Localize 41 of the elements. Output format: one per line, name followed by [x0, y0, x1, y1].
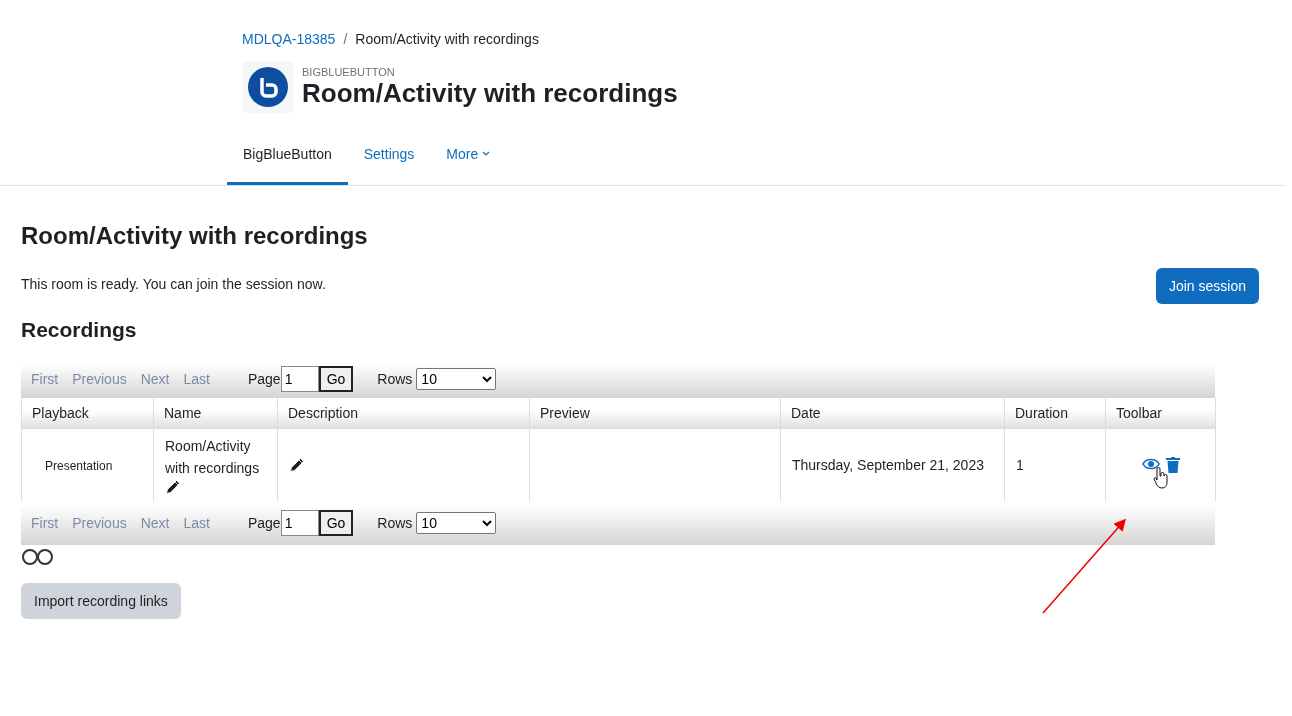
pencil-icon[interactable]	[165, 479, 181, 495]
logo-icon	[242, 61, 294, 113]
recordings-heading: Recordings	[21, 318, 138, 342]
column-header[interactable]: Toolbar	[1105, 398, 1216, 429]
pencil-icon[interactable]	[289, 457, 305, 473]
join-session-button[interactable]: Join session	[1155, 268, 1259, 304]
column-header[interactable]: Name	[153, 398, 278, 429]
table-cell: 1	[1016, 457, 1024, 473]
hand-cursor-icon	[1153, 467, 1169, 489]
nav-tab[interactable]: More	[430, 135, 507, 185]
loading-rings-icon	[21, 549, 55, 565]
column-header[interactable]: Playback	[21, 398, 154, 429]
module-label: BIGBLUEBUTTON	[302, 65, 396, 78]
table-cell: Presentation	[45, 458, 113, 473]
go-button[interactable]: Go	[318, 366, 354, 392]
import-recording-links-button[interactable]: Import recording links	[21, 583, 181, 619]
page-label: Page	[247, 371, 281, 387]
trash-icon[interactable]	[1165, 457, 1180, 473]
nav-tab[interactable]: BigBlueButton	[227, 135, 348, 185]
table-cell-text: Room/Activity with recordings	[165, 437, 261, 478]
page-input[interactable]: 1	[280, 510, 319, 536]
nav-tab[interactable]: Settings	[347, 135, 431, 185]
breadcrumb-link[interactable]: MDLQA-18385	[242, 31, 336, 47]
page-title: Room/Activity with recordings	[302, 77, 678, 109]
rows-select[interactable]: 10	[416, 512, 497, 534]
breadcrumb-item: Room/Activity with recordings	[355, 31, 539, 47]
room-status-text: This room is ready. You can join the session now.	[21, 276, 326, 294]
rows-label: Rows	[377, 515, 413, 531]
column-header[interactable]: Date	[780, 398, 1005, 429]
breadcrumb-separator: /	[343, 31, 348, 47]
column-header[interactable]: Duration	[1004, 398, 1106, 429]
go-button[interactable]: Go	[318, 510, 354, 536]
column-header[interactable]: Preview	[529, 398, 781, 429]
section-heading: Room/Activity with recordings	[21, 222, 369, 250]
page-label: Page	[247, 515, 281, 531]
rows-select[interactable]: 10	[416, 368, 497, 390]
column-header[interactable]: Description	[277, 398, 530, 429]
table-cell: Thursday, September 21, 2023	[792, 457, 984, 473]
page-input[interactable]: 1	[280, 366, 319, 392]
rows-label: Rows	[377, 371, 413, 387]
eye-icon[interactable]	[1141, 457, 1160, 471]
